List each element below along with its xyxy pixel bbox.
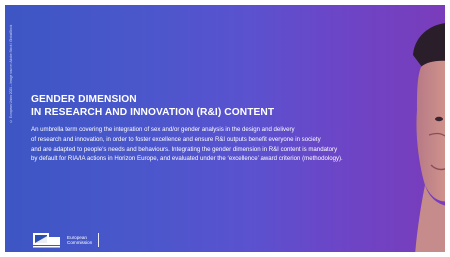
logo-divider: [98, 233, 100, 247]
slide: © European Union 2021 – Image source: Ad…: [5, 5, 445, 252]
description-line-2: of research and innovation, in order to …: [31, 135, 321, 143]
description-line-4: by default for RIA/IA actions in Horizon…: [31, 155, 343, 163]
logo-text-line-2: Commission: [67, 240, 93, 245]
page-title: GENDER DIMENSION IN RESEARCH AND INNOVAT…: [31, 93, 274, 119]
title-line-2: IN RESEARCH AND INNOVATION (R&I) CONTENT: [31, 107, 275, 118]
photo-credit: © European Union 2021 – Image source: Ad…: [9, 24, 13, 123]
description: An umbrella term covering the integratio…: [31, 125, 441, 164]
european-commission-logo: European Commission: [31, 229, 100, 251]
description-line-1: An umbrella term covering the integratio…: [31, 126, 295, 133]
european-commission-logo-icon: [33, 233, 60, 248]
description-line-3: and are adapted to people’s needs and be…: [31, 145, 338, 153]
logo-text: European Commission: [67, 235, 92, 246]
title-line-1: GENDER DIMENSION: [31, 94, 137, 105]
